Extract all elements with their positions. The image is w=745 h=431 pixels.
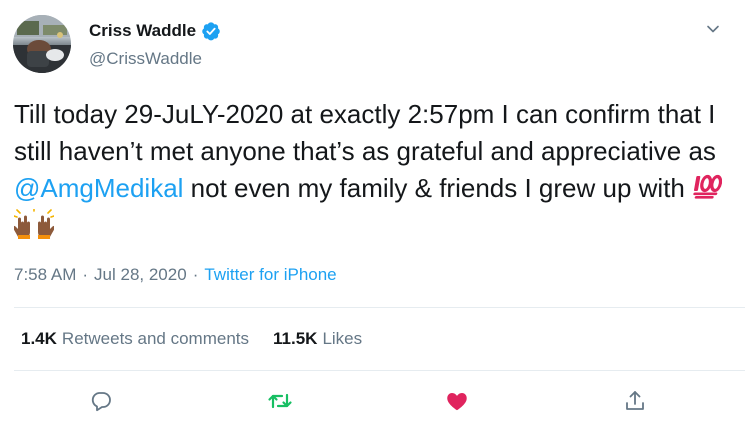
mention-link[interactable]: @AmgMedikal <box>14 173 183 203</box>
tweet-text-after: not even my family & friends I grew up w… <box>183 173 693 203</box>
divider <box>14 307 745 308</box>
likes-count: 11.5K <box>273 329 318 348</box>
retweet-icon[interactable] <box>262 383 298 419</box>
tweet-date[interactable]: Jul 28, 2020 <box>94 265 187 285</box>
likes-stat[interactable]: 11.5K Likes <box>273 329 362 349</box>
share-icon[interactable] <box>617 383 653 419</box>
tweet-card: Criss Waddle @CrissWaddle Till today 29-… <box>0 0 745 431</box>
tweet-stats: 1.4K Retweets and comments 11.5K Likes <box>21 329 362 349</box>
tweet-source-link[interactable]: Twitter for iPhone <box>204 265 336 285</box>
display-name[interactable]: Criss Waddle <box>89 21 196 41</box>
retweets-stat[interactable]: 1.4K Retweets and comments <box>21 329 249 349</box>
author-names: Criss Waddle @CrissWaddle <box>89 19 221 69</box>
author-handle[interactable]: @CrissWaddle <box>89 49 221 69</box>
avatar[interactable] <box>13 15 71 73</box>
raising-hands-icon <box>12 208 56 249</box>
chevron-down-icon[interactable] <box>703 19 723 39</box>
tweet-actions <box>0 383 745 419</box>
tweet-text-before: Till today 29-JuLY-2020 at exactly 2:57p… <box>14 99 716 166</box>
meta-separator: · <box>82 265 89 284</box>
tweet-time[interactable]: 7:58 AM <box>14 265 76 285</box>
hundred-points-icon <box>692 172 723 209</box>
retweets-label: Retweets and comments <box>61 329 250 348</box>
verified-badge-icon <box>201 21 221 41</box>
divider <box>14 370 745 371</box>
meta-separator: · <box>192 265 199 284</box>
tweet-meta: 7:58 AM · Jul 28, 2020 · Twitter for iPh… <box>14 265 337 285</box>
reply-icon[interactable] <box>83 383 119 419</box>
like-icon[interactable] <box>439 383 475 419</box>
likes-label: Likes <box>322 329 363 348</box>
tweet-header: Criss Waddle @CrissWaddle <box>13 15 733 73</box>
tweet-text: Till today 29-JuLY-2020 at exactly 2:57p… <box>12 96 729 249</box>
retweets-count: 1.4K <box>21 329 57 348</box>
